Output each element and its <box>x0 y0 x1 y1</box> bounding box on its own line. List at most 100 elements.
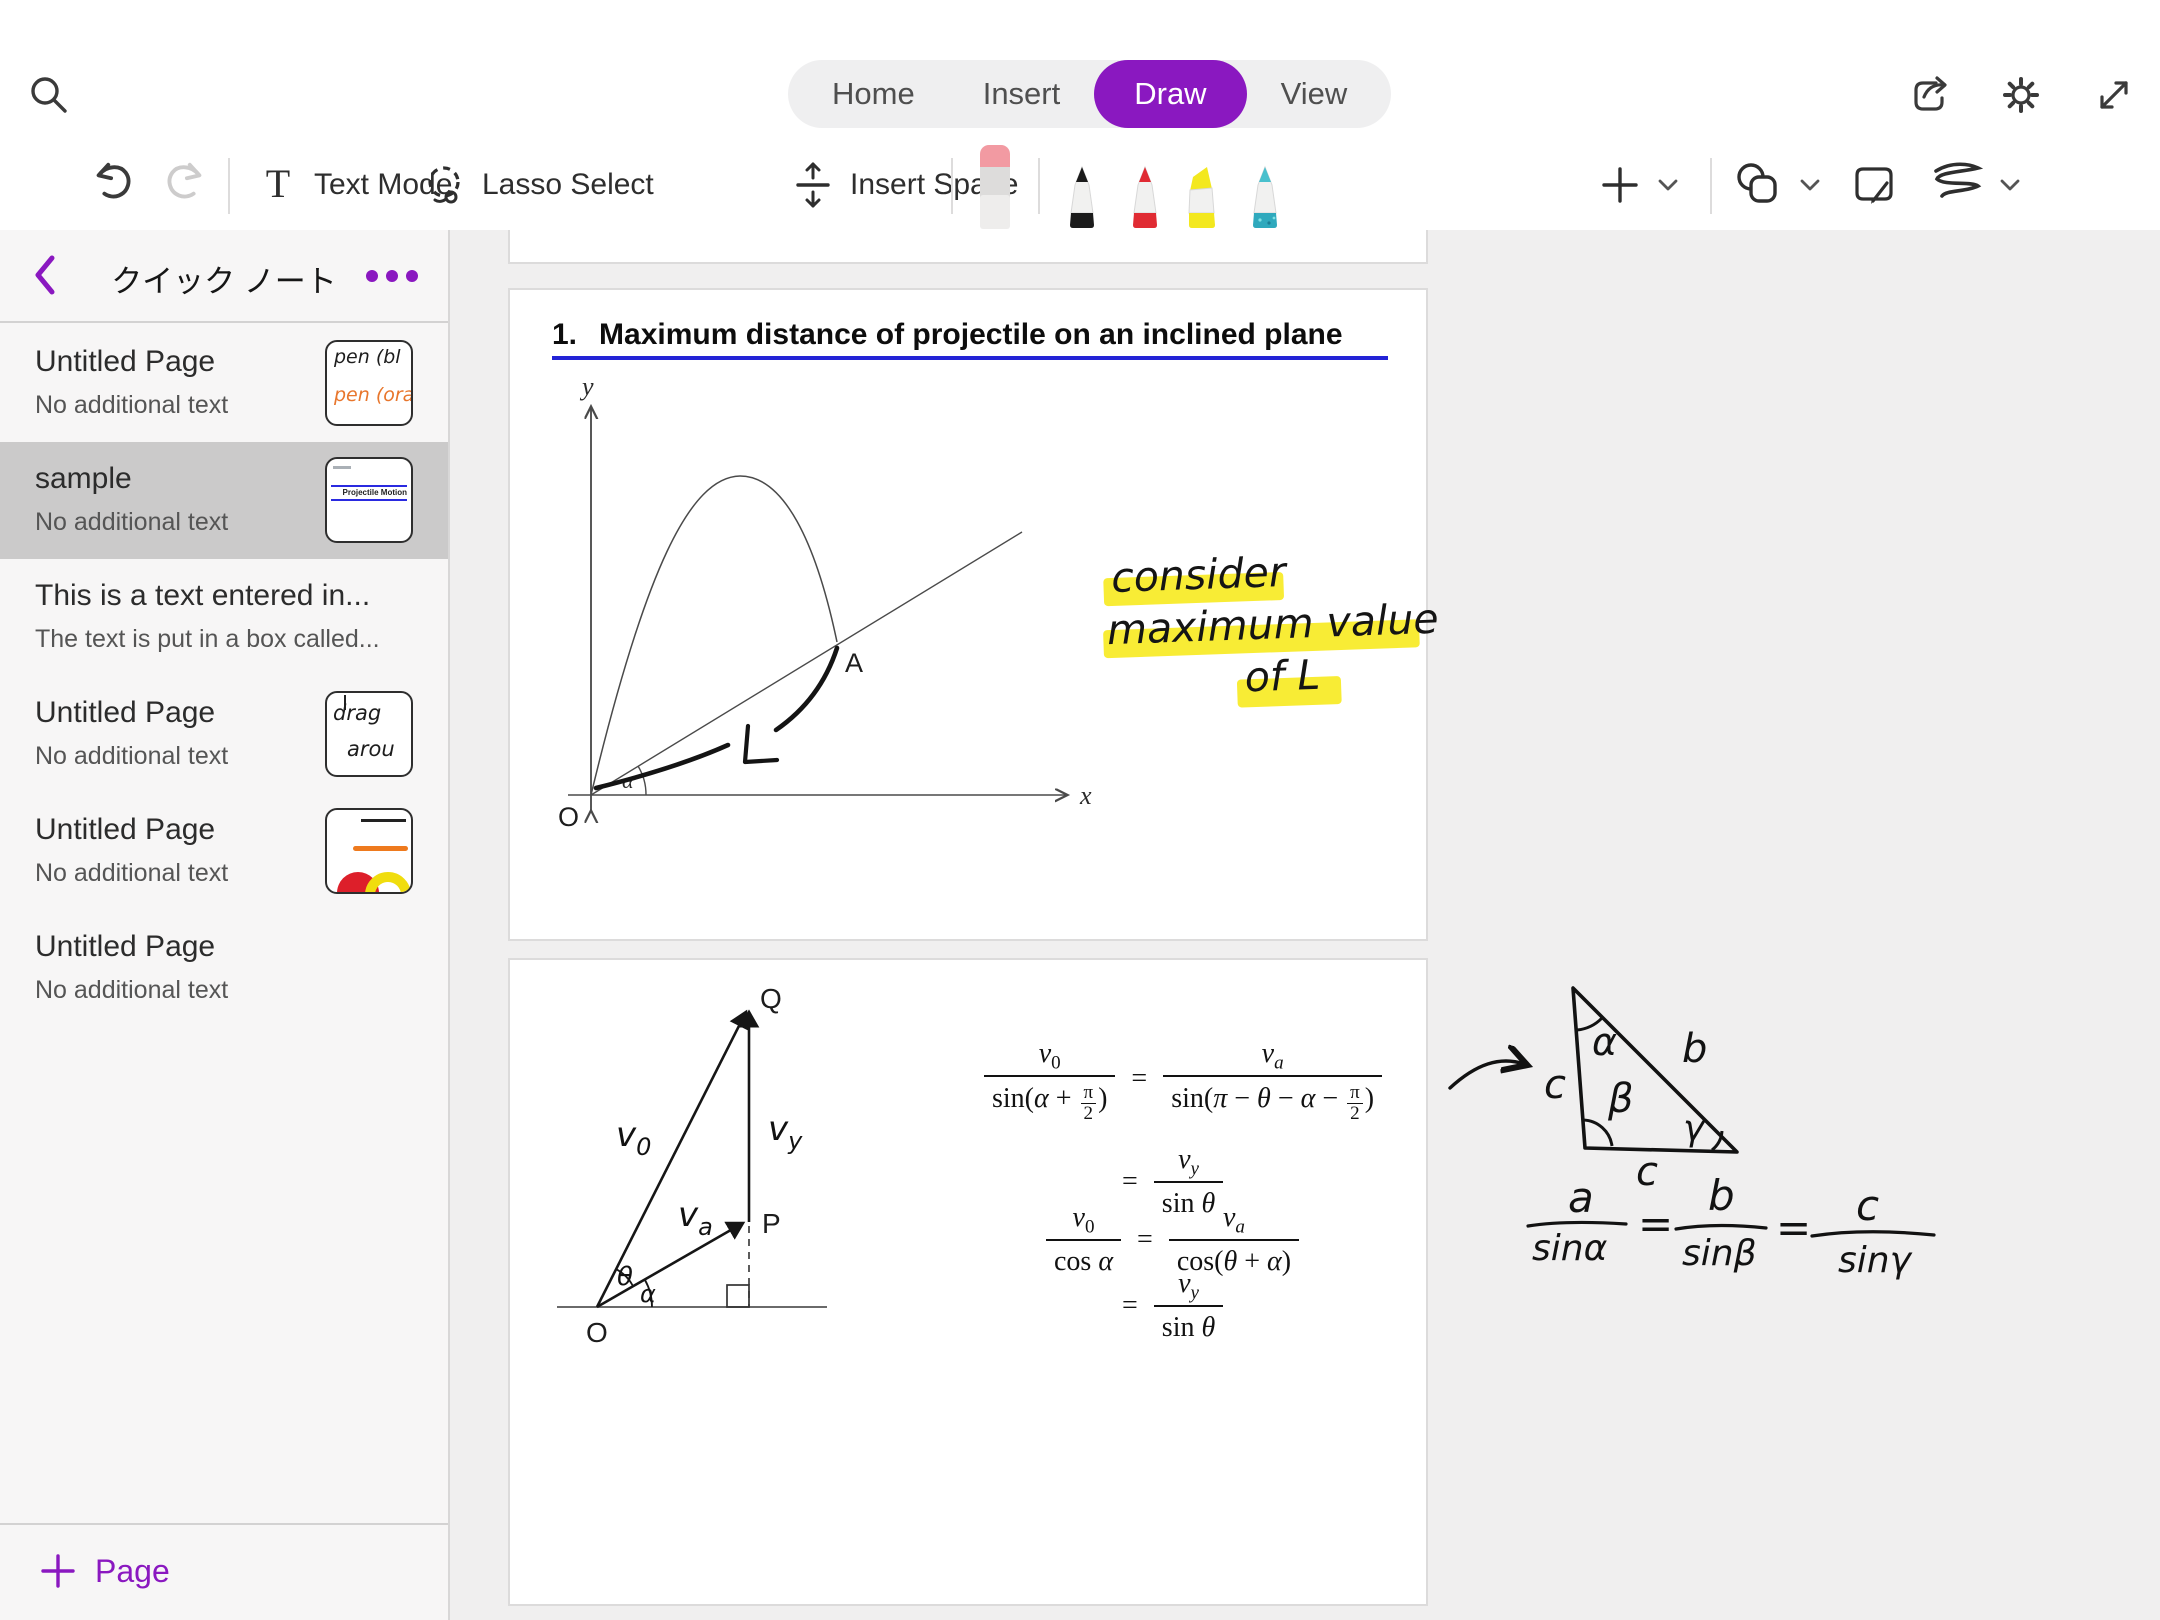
page-subtitle: No additional text <box>35 742 228 771</box>
diagram-vy-label: vy <box>768 1109 803 1155</box>
handwritten-note[interactable]: consider maximum value of L <box>1100 542 1465 710</box>
rule-denominator-sing: sinγ <box>1838 1240 1913 1281</box>
list-item[interactable]: Untitled Page No additional text <box>0 910 448 1027</box>
rule-equals: = <box>1776 1203 1811 1252</box>
page-list-sidebar: クイック ノート Untitled Page No additional tex… <box>0 230 450 1620</box>
add-page-label[interactable]: Page <box>95 1553 170 1590</box>
tab-view[interactable]: View <box>1247 60 1382 128</box>
lasso-select-button[interactable]: Lasso Select <box>420 155 654 215</box>
red-pen-tool[interactable] <box>1125 165 1165 229</box>
list-item[interactable]: Untitled Page No additional text <box>0 793 448 910</box>
fraction: v0 sin(α + π2) <box>984 1036 1115 1121</box>
list-item[interactable]: Untitled Page No additional text pen (bl… <box>0 325 448 442</box>
fraction: v0 cos α <box>1046 1200 1121 1279</box>
lasso-select-icon <box>420 161 468 209</box>
arrow-annotation <box>1450 1061 1524 1088</box>
fraction: vy sin θ <box>1154 1266 1223 1345</box>
toolbar-separator <box>1710 158 1712 214</box>
rule-equals: = <box>1638 1199 1673 1248</box>
page-thumbnail: Projectile Motion <box>325 457 413 543</box>
triangle-bottom-side-label: c <box>1636 1149 1658 1195</box>
page-subtitle: The text is put in a box called... <box>35 625 380 654</box>
sidebar-header: クイック ノート <box>0 230 448 323</box>
ink-scribble-icon <box>1928 160 1984 210</box>
diagram-O-label: O <box>586 1317 608 1348</box>
yellow-highlighter-tool[interactable] <box>1182 165 1222 229</box>
equation-line-4: = vy sin θ <box>1122 1266 1223 1345</box>
handwritten-sine-rule[interactable]: α c β b γ c a sinα = b sinβ = c sinγ <box>1440 950 2060 1370</box>
page-title: Untitled Page <box>35 930 215 964</box>
teal-pen-tool[interactable] <box>1245 165 1285 229</box>
add-pen-button[interactable] <box>1598 155 1680 215</box>
ink-replay-button[interactable] <box>1928 155 2022 215</box>
svg-text:T: T <box>266 163 290 206</box>
sidebar-footer: Page <box>0 1523 448 1620</box>
rule-numerator-a: a <box>1568 1173 1594 1222</box>
add-page-button[interactable] <box>38 1551 78 1591</box>
toolbar-separator <box>951 158 953 214</box>
top-bar: Home Insert Draw View <box>0 0 2160 230</box>
handwriting-line: of L <box>1244 651 1321 702</box>
fullscreen-button[interactable] <box>2088 69 2140 121</box>
toolbar-separator <box>228 158 230 214</box>
teal-pen-icon <box>1245 165 1285 229</box>
settings-button[interactable] <box>1995 69 2047 121</box>
section-menu-button[interactable] <box>366 270 418 282</box>
tab-home[interactable]: Home <box>798 60 949 128</box>
expand-icon <box>2090 71 2138 119</box>
diagram-alpha-label: α <box>640 1280 656 1308</box>
lasso-select-label: Lasso Select <box>482 168 654 202</box>
undo-button[interactable] <box>88 158 140 210</box>
triangle-sketch <box>1573 988 1737 1152</box>
triangle-beta-label: β <box>1607 1076 1634 1122</box>
list-item[interactable]: Untitled Page No additional text drag ar… <box>0 676 448 793</box>
equals-sign: = <box>1122 1290 1138 1322</box>
triangle-b-side-label: b <box>1682 1026 1707 1072</box>
shapes-button[interactable] <box>1732 155 1822 215</box>
list-item[interactable]: This is a text entered in... The text is… <box>0 559 448 676</box>
page-subtitle: No additional text <box>35 859 228 888</box>
page-title: This is a text entered in... <box>35 579 370 613</box>
eraser-tool[interactable] <box>975 143 1015 229</box>
tab-insert[interactable]: Insert <box>949 60 1095 128</box>
yellow-highlighter-icon <box>1182 165 1222 229</box>
tab-draw[interactable]: Draw <box>1094 60 1246 128</box>
diagram-v0-label: v0 <box>616 1115 651 1161</box>
content-box-vectors[interactable]: Q P O v0 vy va θ α v0 sin(α + π2) = va s… <box>508 958 1428 1606</box>
rule-denominator-sina: sinα <box>1532 1228 1608 1269</box>
page-title: sample <box>35 462 132 496</box>
insert-space-icon <box>790 160 836 210</box>
search-button[interactable] <box>22 69 74 121</box>
black-pen-tool[interactable] <box>1062 165 1102 229</box>
rule-denominator-sinb: sinβ <box>1682 1233 1757 1274</box>
page-title: Untitled Page <box>35 813 215 847</box>
toolbar-separator <box>1038 158 1040 214</box>
vector-diagram: Q P O v0 vy va θ α <box>510 960 930 1380</box>
share-button[interactable] <box>1904 69 1956 121</box>
page-title: Untitled Page <box>35 345 215 379</box>
chevron-down-icon <box>1998 176 2022 194</box>
list-item-selected[interactable]: sample No additional text Projectile Mot… <box>0 442 448 559</box>
fraction: va sin(π − θ − α − π2) <box>1163 1036 1382 1121</box>
page-thumbnail: pen (bl pen (ora <box>325 340 413 426</box>
redo-icon <box>158 157 210 211</box>
diagram-Q-label: Q <box>760 983 782 1014</box>
text-mode-icon: T <box>256 163 300 207</box>
diagram-P-label: P <box>762 1208 781 1239</box>
equals-sign: = <box>1137 1224 1153 1256</box>
graph-origin-label: O <box>558 802 579 832</box>
black-pen-icon <box>1062 165 1102 229</box>
diagram-theta-label: θ <box>617 1262 633 1292</box>
page-thumbnail: drag arou <box>325 691 413 777</box>
handwriting-line: consider <box>1110 548 1286 602</box>
content-box-partial <box>508 226 1428 264</box>
gear-icon <box>1997 71 2045 119</box>
note-pen-button[interactable] <box>1848 160 1900 212</box>
triangle-alpha-label: α <box>1592 1020 1617 1064</box>
shapes-icon <box>1732 159 1784 211</box>
redo-button[interactable] <box>158 158 210 210</box>
eraser-icon <box>975 143 1015 229</box>
red-pen-icon <box>1125 165 1165 229</box>
triangle-gamma-label: γ <box>1683 1108 1706 1149</box>
ribbon-tabs: Home Insert Draw View <box>788 60 1391 128</box>
